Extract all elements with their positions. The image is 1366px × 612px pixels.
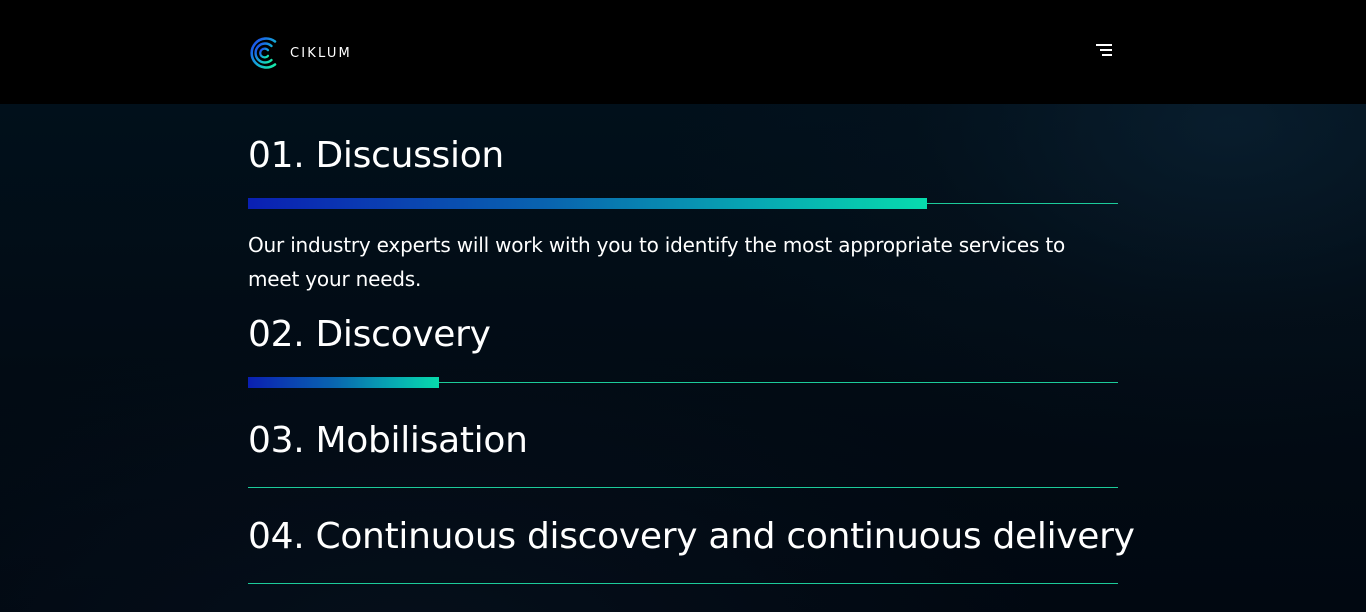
step-title-discovery[interactable]: 02. Discovery <box>248 313 491 357</box>
step-progress-track <box>248 377 1118 388</box>
step-divider <box>248 583 1118 584</box>
step-title-mobilisation[interactable]: 03. Mobilisation <box>248 419 528 463</box>
ciklum-logo-icon <box>250 37 277 69</box>
site-header: CIKLUM <box>0 0 1366 104</box>
hamburger-menu-button[interactable] <box>1092 40 1116 64</box>
step-divider <box>248 487 1118 488</box>
brand-name: CIKLUM <box>290 45 352 61</box>
collapsed-text: ​ <box>248 412 1118 417</box>
step-progress-fill <box>248 198 927 209</box>
step-progress-track <box>248 198 1118 209</box>
step-progress-fill <box>248 377 439 388</box>
hamburger-menu-icon <box>1096 44 1112 56</box>
step-description-discovery-collapsed: ​ <box>248 412 1118 417</box>
process-section: 01. Discussion Our industry experts will… <box>0 104 1366 612</box>
ciklum-logo[interactable]: CIKLUM <box>248 35 352 71</box>
step-description-discussion: Our industry experts will work with you … <box>248 233 1066 291</box>
step-title-continuous-delivery[interactable]: 04. Continuous discovery and continuous … <box>248 515 1135 559</box>
step-title-discussion[interactable]: 01. Discussion <box>248 134 504 178</box>
